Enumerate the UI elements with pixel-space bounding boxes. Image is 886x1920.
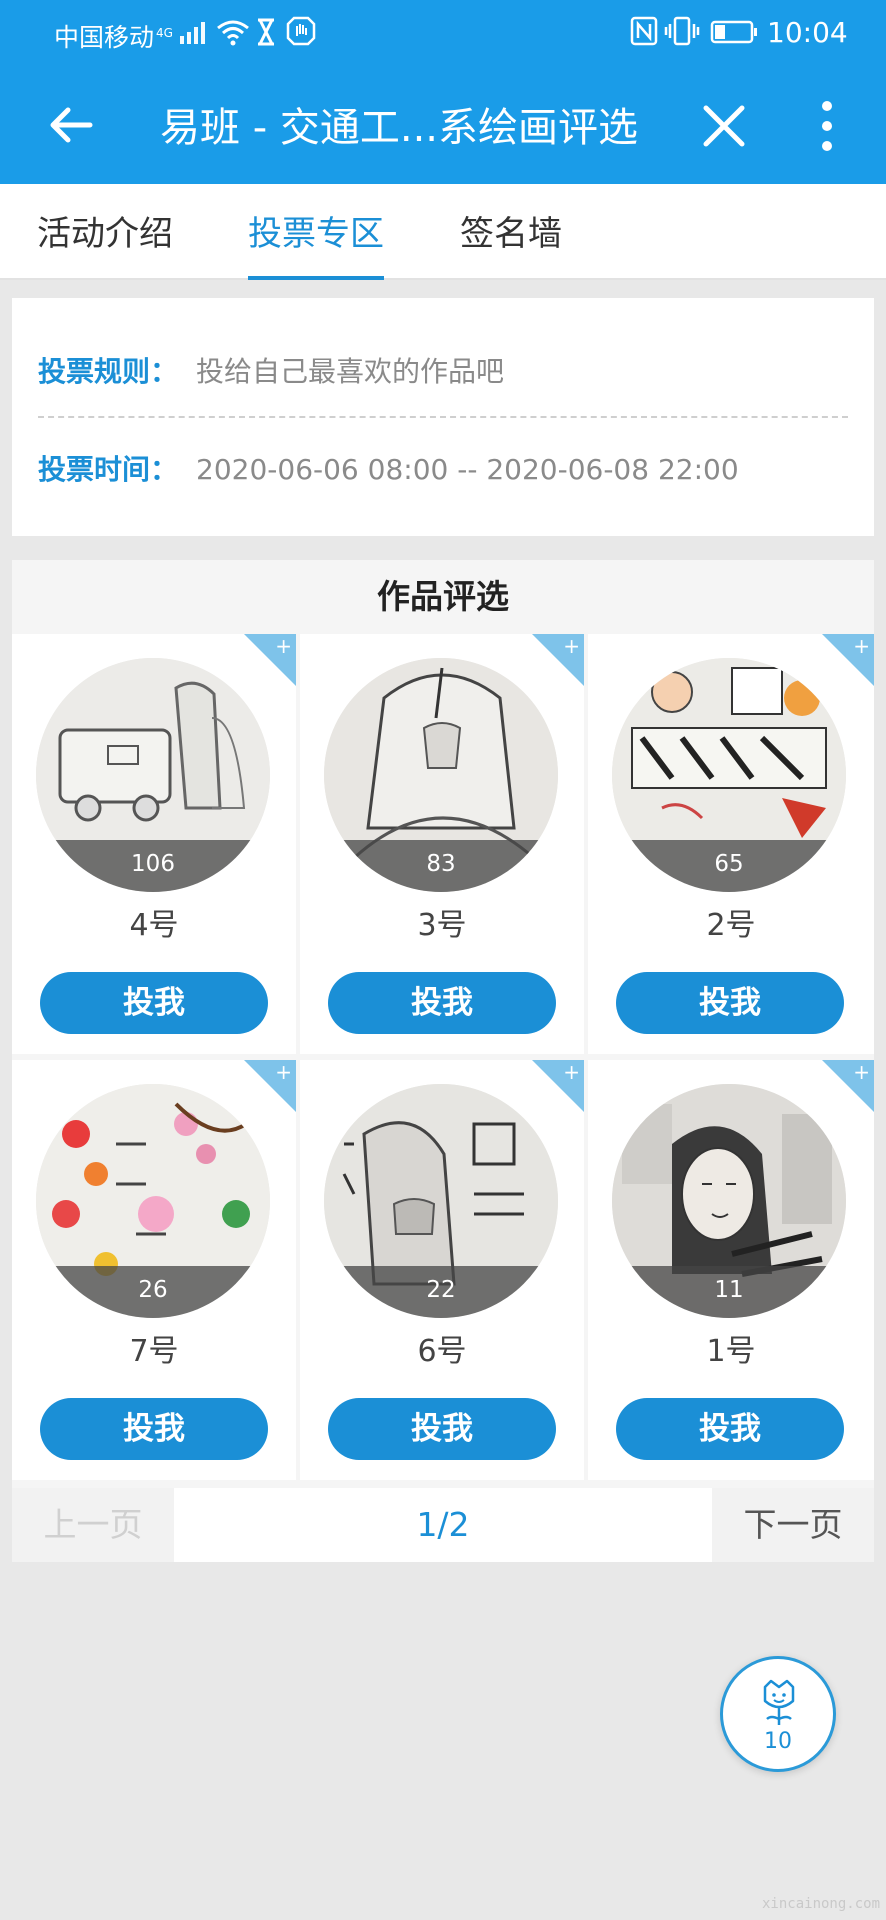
back-arrow-icon[interactable]	[46, 100, 96, 150]
next-page-button[interactable]: 下一页	[712, 1488, 874, 1562]
like-count-bar: 106	[36, 840, 270, 892]
hand-icon	[286, 16, 316, 46]
work-card[interactable]: + 83 3号 投我	[300, 634, 584, 1054]
rules-card: 投票规则： 投给自己最喜欢的作品吧 投票时间： 2020-06-06 08:00 -…	[12, 298, 874, 536]
page-indicator: 1/2	[416, 1505, 470, 1544]
carrier-label: 中国移动	[54, 23, 155, 52]
work-thumbnail[interactable]: 65	[612, 658, 846, 892]
vote-button[interactable]: 投我	[616, 1398, 844, 1460]
title-bar: 易班 - 交通工...系绘画评选	[0, 66, 886, 184]
heart-icon	[613, 841, 633, 859]
like-count-bar: 83	[324, 840, 558, 892]
nfc-icon	[630, 16, 658, 46]
network-type: 4G	[156, 25, 173, 40]
work-number: 7号	[129, 1334, 179, 1369]
work-card[interactable]: + 11 1号 投我	[588, 1060, 874, 1480]
plus-icon[interactable]: +	[563, 1060, 580, 1084]
plus-icon[interactable]: +	[275, 1060, 292, 1084]
carrier-name: 中国移动 4G	[54, 18, 173, 54]
hourglass-icon	[258, 18, 274, 46]
plus-icon[interactable]: +	[275, 634, 292, 658]
like-count: 22	[426, 1277, 456, 1303]
vote-time-value: 2020-06-06 08:00 -- 2020-06-08 22:00	[196, 453, 739, 486]
tab-signature-wall[interactable]: 签名墙	[460, 206, 562, 280]
battery-icon	[710, 20, 757, 44]
tab-vote[interactable]: 投票专区	[248, 206, 384, 280]
work-thumbnail[interactable]: 26	[36, 1084, 270, 1318]
plus-icon[interactable]: +	[853, 1060, 870, 1084]
vote-rule-row: 投票规则： 投给自己最喜欢的作品吧	[38, 350, 504, 390]
more-options-icon[interactable]	[812, 98, 842, 154]
like-count-bar: 26	[36, 1266, 270, 1318]
heart-icon	[37, 1267, 57, 1285]
work-number: 2号	[706, 908, 756, 943]
flower-icon	[763, 1679, 795, 1725]
work-number: 1号	[706, 1334, 756, 1369]
vote-button[interactable]: 投我	[616, 972, 844, 1034]
flower-gift-button[interactable]: 10	[720, 1656, 836, 1772]
clock: 10:04	[767, 16, 848, 49]
work-card[interactable]: + 65 2号 投我	[588, 634, 874, 1054]
like-count-bar: 22	[324, 1266, 558, 1318]
work-card[interactable]: + 22 6号 投我	[300, 1060, 584, 1480]
work-number: 6号	[417, 1334, 467, 1369]
tab-bar: 活动介绍 投票专区 签名墙	[0, 184, 886, 280]
heart-icon	[325, 841, 345, 859]
works-grid: + 106 4号 投我 + 83 3号 投我 + 65 2号 投我 + 26 7…	[12, 634, 874, 1488]
like-count: 83	[426, 851, 456, 877]
work-number: 4号	[129, 908, 179, 943]
watermark: xincainong.com	[762, 1896, 881, 1912]
heart-icon	[613, 1267, 633, 1285]
vibrate-icon	[664, 16, 700, 46]
like-count: 26	[138, 1277, 168, 1303]
like-count: 106	[131, 851, 175, 877]
work-thumbnail[interactable]: 83	[324, 658, 558, 892]
vote-time-row: 投票时间： 2020-06-06 08:00 -- 2020-06-08 22:0…	[38, 448, 739, 488]
work-thumbnail[interactable]: 106	[36, 658, 270, 892]
works-section: 作品评选 + 106 4号 投我 + 83 3号 投我 + 65 2号 投我 +…	[12, 560, 874, 1562]
heart-icon	[37, 841, 57, 859]
app-header: 中国移动 4G 10:04 易班 - 交通工...系绘画评选	[0, 0, 886, 184]
wifi-icon	[217, 20, 249, 46]
vote-button[interactable]: 投我	[40, 1398, 268, 1460]
close-icon[interactable]	[700, 102, 748, 150]
like-count-bar: 65	[612, 840, 846, 892]
pagination: 上一页 1/2 下一页	[12, 1488, 874, 1562]
work-number: 3号	[417, 908, 467, 943]
vote-button[interactable]: 投我	[328, 972, 556, 1034]
work-card[interactable]: + 106 4号 投我	[12, 634, 296, 1054]
page-title: 易班 - 交通工...系绘画评选	[160, 105, 639, 151]
signal-icon	[180, 20, 205, 44]
work-thumbnail[interactable]: 22	[324, 1084, 558, 1318]
vote-button[interactable]: 投我	[40, 972, 268, 1034]
status-bar: 中国移动 4G 10:04	[0, 0, 886, 66]
like-count: 11	[714, 1277, 744, 1303]
plus-icon[interactable]: +	[853, 634, 870, 658]
work-card[interactable]: + 26 7号 投我	[12, 1060, 296, 1480]
plus-icon[interactable]: +	[563, 634, 580, 658]
vote-rule-value: 投给自己最喜欢的作品吧	[196, 355, 505, 388]
works-title: 作品评选	[377, 577, 509, 616]
vote-time-label: 投票时间：	[38, 453, 179, 486]
work-thumbnail[interactable]: 11	[612, 1084, 846, 1318]
tab-intro[interactable]: 活动介绍	[37, 206, 173, 280]
heart-icon	[325, 1267, 345, 1285]
flower-count: 10	[764, 1729, 792, 1754]
vote-button[interactable]: 投我	[328, 1398, 556, 1460]
prev-page-button[interactable]: 上一页	[12, 1488, 174, 1562]
like-count-bar: 11	[612, 1266, 846, 1318]
vote-rule-label: 投票规则：	[38, 355, 179, 388]
divider	[38, 416, 848, 418]
like-count: 65	[714, 851, 744, 877]
